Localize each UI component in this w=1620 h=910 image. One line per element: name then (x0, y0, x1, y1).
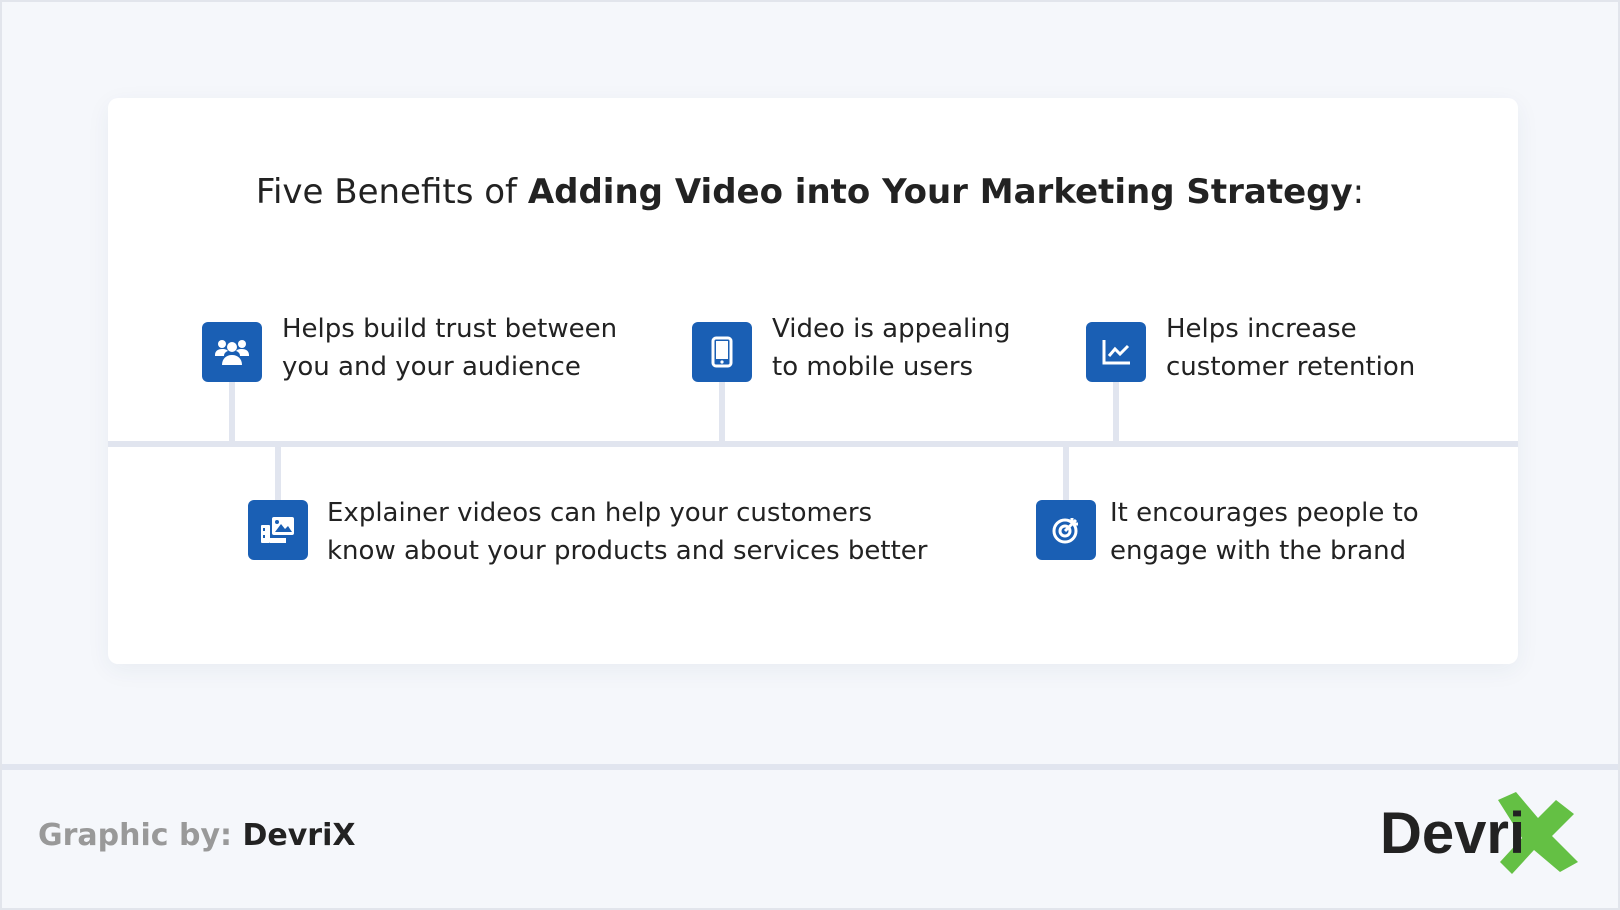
line: to mobile users (772, 352, 974, 382)
benefit-text: Helps build trust between you and your au… (282, 310, 617, 386)
connector (1113, 382, 1119, 442)
page-title: Five Benefits of Adding Video into Your … (2, 172, 1618, 212)
title-suffix: : (1352, 172, 1365, 212)
line: Helps build trust between (282, 314, 618, 344)
line: know about your products and services be… (327, 536, 928, 566)
benefit-text: Helps increase customer retention (1166, 310, 1415, 386)
line: Helps increase (1166, 314, 1357, 344)
title-prefix: Five Benefits of (255, 172, 528, 212)
graphic-credit: Graphic by: DevriX (38, 818, 356, 853)
target-icon (1036, 500, 1096, 560)
benefit-text: Video is appealing to mobile users (772, 310, 1010, 386)
line: engage with the brand (1110, 536, 1407, 566)
line: Explainer videos can help your customers (327, 498, 873, 528)
timeline-line (108, 441, 1518, 447)
line: you and your audience (282, 352, 581, 382)
media-icon (248, 500, 308, 560)
line: customer retention (1166, 352, 1416, 382)
credit-label: Graphic by: (38, 818, 243, 853)
connector (719, 382, 725, 442)
line: It encourages people to (1110, 498, 1419, 528)
benefit-text: It encourages people to engage with the b… (1110, 494, 1419, 570)
connector (275, 446, 281, 500)
line: Video is appealing (772, 314, 1011, 344)
users-icon (202, 322, 262, 382)
connector (229, 382, 235, 442)
connector (1063, 446, 1069, 500)
footer-divider (2, 764, 1618, 770)
logo-text: Devri (1380, 801, 1526, 866)
credit-brand: DevriX (242, 818, 356, 853)
devrix-logo: Devri (1380, 790, 1590, 880)
mobile-icon (692, 322, 752, 382)
title-bold: Adding Video into Your Marketing Strateg… (527, 172, 1353, 212)
benefit-text: Explainer videos can help your customers… (327, 494, 928, 570)
chart-line-icon (1086, 322, 1146, 382)
